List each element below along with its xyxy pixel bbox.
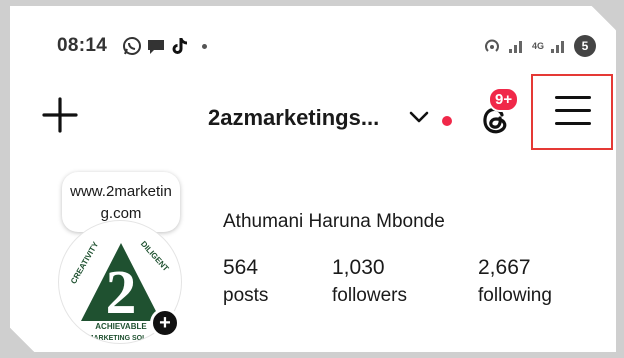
signal-icon: [508, 41, 522, 53]
profile-full-name: Athumani Haruna Mbonde: [223, 211, 445, 232]
stat-following[interactable]: 2,667 following: [478, 254, 552, 310]
chat-icon: [148, 40, 164, 54]
system-icons: 4G 5: [482, 35, 596, 57]
signal-icon-2: [551, 41, 564, 53]
whatsapp-icon: [123, 37, 141, 55]
svg-text:DILIGENT: DILIGENT: [139, 239, 171, 273]
create-plus-icon[interactable]: [42, 97, 78, 133]
menu-highlight-box[interactable]: [531, 74, 613, 150]
following-label: following: [478, 285, 552, 306]
svg-text:ACHIEVABLE: ACHIEVABLE: [95, 322, 147, 331]
battery-icon: 5: [574, 35, 596, 57]
add-story-button[interactable]: +: [150, 308, 180, 338]
more-notifications-dot: [202, 43, 207, 49]
chevron-down-icon[interactable]: [408, 109, 430, 125]
following-count: 2,667: [478, 256, 531, 279]
status-time: 08:14: [57, 35, 108, 56]
svg-text:2: 2: [106, 259, 137, 327]
posts-count: 564: [223, 256, 259, 279]
svg-text:CREATIVITY: CREATIVITY: [69, 240, 101, 286]
hotspot-icon: [485, 39, 499, 52]
username-switcher[interactable]: 2azmarketings...: [208, 105, 379, 131]
tiktok-icon: [172, 38, 188, 54]
unread-dot: [442, 116, 452, 126]
followers-label: followers: [332, 285, 407, 306]
stat-followers[interactable]: 1,030 followers: [332, 254, 407, 310]
phone-screen: 08:14 4G 5 2azmarketings... 9+ www.2mark…: [10, 6, 616, 352]
hamburger-menu-icon[interactable]: [555, 96, 591, 135]
status-bar: 08:14 4G 5: [10, 6, 616, 66]
stat-posts[interactable]: 564 posts: [223, 254, 268, 310]
notification-icons: [122, 36, 207, 56]
followers-count: 1,030: [332, 256, 385, 279]
svg-text:MARKETING SOL: MARKETING SOL: [88, 335, 147, 342]
profile-header: 2azmarketings... 9+: [10, 74, 616, 161]
network-type-label: 4G: [531, 40, 544, 51]
posts-label: posts: [223, 285, 269, 306]
notification-badge: 9+: [488, 87, 520, 112]
